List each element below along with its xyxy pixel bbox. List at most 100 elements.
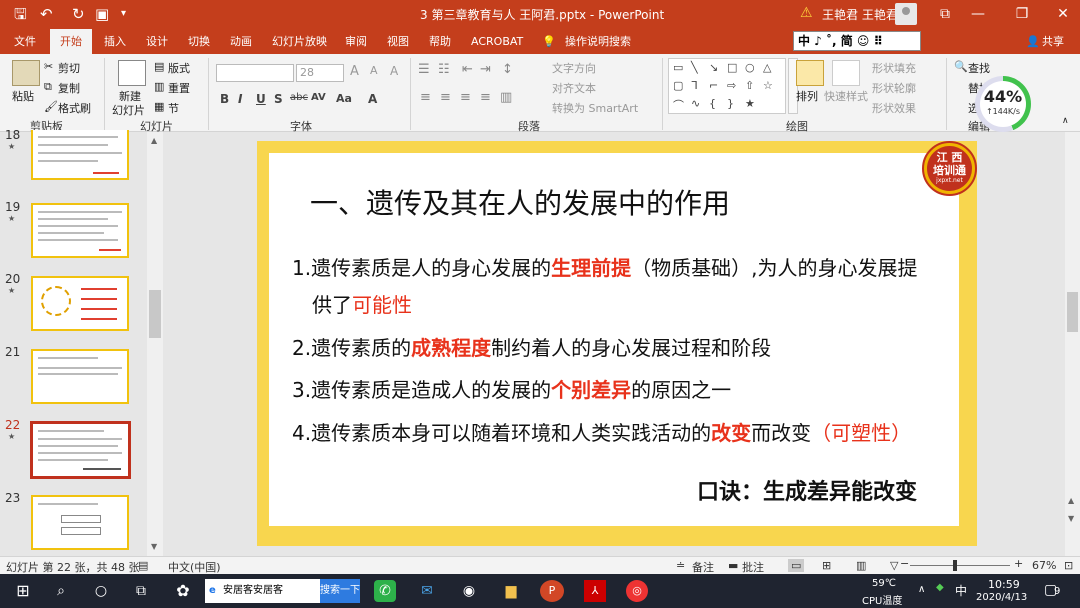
- powerpoint-icon[interactable]: P: [540, 580, 564, 602]
- slide-title[interactable]: 一、遗传及其在人的发展中的作用: [310, 182, 730, 222]
- arrange-button[interactable]: 排列: [796, 88, 818, 104]
- rect-shape-icon[interactable]: □: [727, 61, 737, 74]
- slide-thumbnail-23[interactable]: [31, 495, 129, 550]
- ime-indicator[interactable]: 中: [955, 582, 967, 599]
- shape-outline-button[interactable]: 形状轮廓: [872, 80, 916, 96]
- tab-acrobat[interactable]: ACROBAT: [471, 29, 523, 54]
- tab-design[interactable]: 设计: [146, 29, 168, 54]
- file-explorer-icon[interactable]: ▆: [500, 580, 522, 602]
- customize-toolbar-icon[interactable]: ▾: [121, 4, 126, 24]
- strikethrough-icon[interactable]: abc: [290, 92, 308, 103]
- chevron-shape-icon[interactable]: ⌐: [709, 79, 718, 92]
- media-app-icon[interactable]: ◉: [458, 580, 480, 602]
- clock-time[interactable]: 10:59: [988, 578, 1020, 591]
- decrease-indent-icon[interactable]: ⇤: [462, 62, 473, 77]
- minimize-button[interactable]: —: [963, 3, 993, 25]
- up-arrow-shape-icon[interactable]: ⇧: [745, 79, 754, 92]
- bold-icon[interactable]: B: [220, 92, 229, 106]
- ime-toolbar[interactable]: 中 ♪ ˚, 简 ☺ ⠿: [793, 31, 921, 51]
- align-right-icon[interactable]: ≡: [460, 90, 471, 105]
- quick-styles-button[interactable]: 快速样式: [824, 88, 868, 104]
- cut-button[interactable]: 剪切: [58, 60, 80, 76]
- slide-thumbnail-19[interactable]: [31, 203, 129, 258]
- char-spacing-icon[interactable]: AV: [311, 92, 326, 103]
- zoom-in-icon[interactable]: +: [1014, 557, 1023, 570]
- slide-thumbnail-20[interactable]: [31, 276, 129, 331]
- ribbon-display-icon[interactable]: ⧉: [930, 3, 960, 25]
- zoom-slider-track[interactable]: [910, 565, 1010, 566]
- font-size-field[interactable]: 28: [296, 64, 344, 82]
- slide-thumbnail-21[interactable]: [31, 349, 129, 404]
- tab-review[interactable]: 审阅: [345, 29, 367, 54]
- brace-right-shape-icon[interactable]: }: [727, 97, 734, 110]
- font-shrink-icon[interactable]: A: [370, 64, 378, 77]
- save-icon[interactable]: 🖫: [14, 4, 27, 24]
- bullet-2[interactable]: 2.遗传素质的成熟程度制约着人的身心发展过程和阶段: [292, 332, 771, 361]
- zoom-level[interactable]: 67%: [1032, 559, 1056, 572]
- change-case-icon[interactable]: Aa: [336, 92, 352, 105]
- pinwheel-app-icon[interactable]: ✿: [172, 580, 194, 602]
- reset-button[interactable]: 重置: [168, 80, 190, 96]
- line-shape-icon[interactable]: ╲: [691, 61, 698, 74]
- numbering-icon[interactable]: ☷: [438, 62, 450, 77]
- comments-button[interactable]: 批注: [742, 559, 764, 575]
- italic-icon[interactable]: I: [238, 92, 242, 106]
- collapse-ribbon-icon[interactable]: ∧: [1062, 116, 1069, 126]
- warning-icon[interactable]: ⚠: [800, 5, 813, 21]
- font-color-icon[interactable]: A: [368, 92, 377, 106]
- mail-icon[interactable]: ✉: [416, 580, 438, 602]
- network-speed-widget[interactable]: 44% ↑144K/s: [975, 76, 1031, 132]
- clock-date[interactable]: 2020/4/13: [976, 592, 1027, 603]
- shapes-gallery[interactable]: ▭ ╲ ↘ □ ○ △ ▢ ᒣ ⌐ ⇨ ⇧ ☆ ⌒ ∿ { } ★: [668, 58, 786, 114]
- notes-button[interactable]: 备注: [692, 559, 714, 575]
- arrow-shape-icon[interactable]: ↘: [709, 61, 718, 74]
- acrobat-icon[interactable]: ⅄: [584, 580, 606, 602]
- tab-animations[interactable]: 动画: [230, 29, 252, 54]
- oval-shape-icon[interactable]: ○: [745, 61, 755, 74]
- mnemonic-text[interactable]: 口诀：生成差异能改变: [697, 474, 917, 506]
- browser-app-icon[interactable]: ◎: [626, 580, 648, 602]
- thumbnail-scroll-thumb[interactable]: [149, 290, 161, 338]
- slide-scroll-thumb[interactable]: [1067, 292, 1078, 332]
- shadow-icon[interactable]: S: [274, 92, 283, 106]
- tab-home[interactable]: 开始: [50, 29, 92, 54]
- search-icon[interactable]: ⌕: [50, 580, 72, 602]
- thumbnail-scrollbar[interactable]: ▲ ▼: [147, 132, 163, 556]
- layout-button[interactable]: 版式: [168, 60, 190, 76]
- avatar[interactable]: [895, 3, 917, 25]
- right-arrow-shape-icon[interactable]: ⇨: [727, 79, 736, 92]
- slideshow-view-icon[interactable]: ▽: [890, 559, 898, 572]
- cortana-icon[interactable]: ○: [90, 580, 112, 602]
- fit-slide-icon[interactable]: ⊡: [1064, 559, 1073, 572]
- shape-fill-button[interactable]: 形状填充: [872, 60, 916, 76]
- font-grow-icon[interactable]: A: [350, 64, 359, 79]
- slide-sorter-icon[interactable]: ⊞: [822, 559, 831, 572]
- line-spacing-icon[interactable]: ↕: [502, 62, 513, 77]
- bullet-4[interactable]: 4.遗传素质本身可以随着环境和人类实践活动的改变而改变（可塑性）: [292, 417, 911, 446]
- align-center-icon[interactable]: ≡: [440, 90, 451, 105]
- restore-button[interactable]: ❐: [1007, 3, 1037, 25]
- slideshow-start-icon[interactable]: ▣: [95, 4, 109, 24]
- triangle-shape-icon[interactable]: △: [763, 61, 771, 74]
- language-indicator[interactable]: 中文(中国): [168, 559, 221, 575]
- increase-indent-icon[interactable]: ⇥: [480, 62, 491, 77]
- tell-me-search[interactable]: 操作说明搜索: [565, 29, 631, 54]
- tab-view[interactable]: 视图: [387, 29, 409, 54]
- tab-help[interactable]: 帮助: [429, 29, 451, 54]
- textbox-shape-icon[interactable]: ▭: [673, 61, 683, 74]
- copy-button[interactable]: 复制: [58, 80, 80, 96]
- connector-shape-icon[interactable]: ᒣ: [691, 79, 698, 92]
- tab-transitions[interactable]: 切换: [188, 29, 210, 54]
- undo-icon[interactable]: ↶: [40, 4, 53, 24]
- brace-left-shape-icon[interactable]: {: [709, 97, 716, 110]
- curve-shape-icon[interactable]: ⌒: [673, 97, 684, 113]
- share-button[interactable]: 共享: [1042, 29, 1064, 54]
- slide-thumbnail-18[interactable]: [31, 130, 129, 180]
- freeform-shape-icon[interactable]: ∿: [691, 97, 700, 110]
- tab-slideshow[interactable]: 幻灯片放映: [272, 29, 327, 54]
- slide-scrollbar[interactable]: ▲ ▼: [1065, 132, 1080, 556]
- slide-thumbnail-22-selected[interactable]: [30, 421, 131, 479]
- justify-icon[interactable]: ≡: [480, 90, 491, 105]
- star-shape-icon[interactable]: ☆: [763, 79, 773, 92]
- redo-icon[interactable]: ↻: [72, 4, 85, 24]
